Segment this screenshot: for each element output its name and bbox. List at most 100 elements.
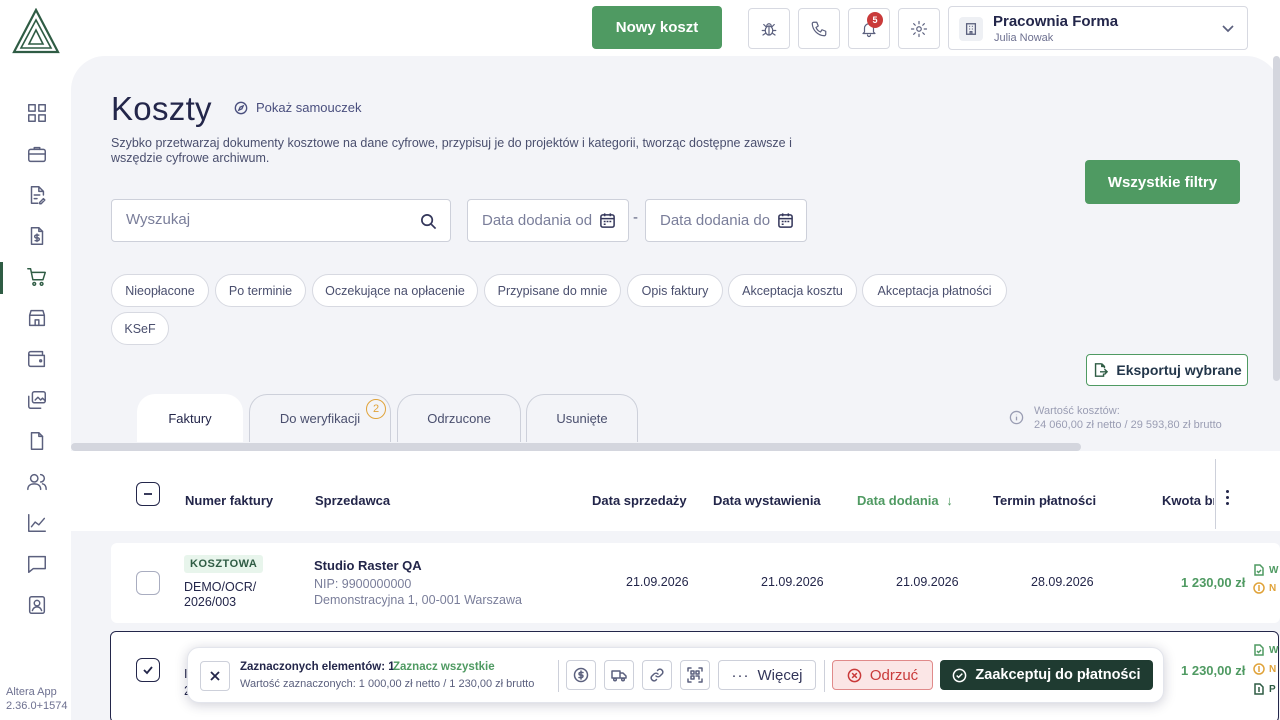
- horizontal-scrollbar[interactable]: [71, 443, 1081, 451]
- coin-icon: [1253, 582, 1265, 594]
- column-divider: [1215, 459, 1216, 529]
- company-switcher[interactable]: Pracownia Forma Julia Nowak: [948, 6, 1248, 50]
- table-row[interactable]: KOSZTOWA DEMO/OCR/ 2026/003 Studio Raste…: [111, 543, 1280, 623]
- tab-deleted[interactable]: Usunięte: [526, 394, 638, 442]
- briefcase-icon[interactable]: [25, 142, 49, 166]
- search-icon[interactable]: [420, 213, 437, 230]
- chat-icon[interactable]: [25, 552, 49, 576]
- show-tutorial-link[interactable]: Pokaż samouczek: [234, 100, 362, 115]
- select-all-link[interactable]: Zaznacz wszystkie: [393, 661, 495, 673]
- calendar-icon: [599, 212, 616, 229]
- status-unpaid-label: N: [1269, 582, 1277, 594]
- close-icon: [210, 671, 220, 681]
- transfer-button[interactable]: [604, 660, 634, 690]
- date-range-separator: -: [633, 209, 638, 226]
- report-bug-button[interactable]: [748, 8, 790, 49]
- vertical-scrollbar[interactable]: [1273, 56, 1280, 381]
- clear-selection-button[interactable]: [200, 661, 230, 691]
- tab-invoices[interactable]: Faktury: [137, 394, 243, 442]
- selected-value: Wartość zaznaczonych: 1 000,00 zł netto …: [240, 678, 535, 690]
- cost-type-badge: KOSZTOWA: [184, 555, 264, 573]
- more-actions-button[interactable]: ··· Więcej: [718, 660, 816, 690]
- app-logo[interactable]: [12, 7, 60, 54]
- costs-summary-label: Wartość kosztów:: [1034, 405, 1120, 417]
- user-name: Julia Nowak: [994, 32, 1054, 44]
- link-icon: [650, 668, 664, 682]
- column-issue-date[interactable]: Data wystawienia: [713, 493, 821, 508]
- export-selected-label: Eksportuj wybrane: [1116, 362, 1242, 378]
- user-badge-icon[interactable]: [25, 593, 49, 617]
- filter-chip-assigned-to-me[interactable]: Przypisane do mnie: [484, 274, 621, 307]
- page-description: Szybko przetwarzaj dokumenty kosztowe na…: [111, 136, 792, 165]
- costs-summary: Wartość kosztów: 24 060,00 zł netto / 29…: [1009, 404, 1222, 432]
- shopping-cart-icon[interactable]: [25, 265, 49, 289]
- column-seller[interactable]: Sprzedawca: [315, 493, 390, 508]
- file-export-icon: [1095, 363, 1109, 377]
- search-input[interactable]: [126, 211, 406, 228]
- all-filters-button[interactable]: Wszystkie filtry: [1085, 160, 1240, 204]
- tab-to-verify[interactable]: Do weryfikacji 2: [249, 394, 391, 442]
- scan-qr-button[interactable]: [680, 660, 710, 690]
- column-added-date-label: Data dodania: [857, 493, 939, 508]
- filter-chip-unpaid[interactable]: Nieopłacone: [111, 274, 209, 307]
- row-checkbox-checked[interactable]: [136, 658, 160, 682]
- invoice-dollar-icon[interactable]: [25, 224, 49, 248]
- link-button[interactable]: [642, 660, 672, 690]
- tab-rejected[interactable]: Odrzucone: [397, 394, 521, 442]
- date-from-placeholder: Data dodania od: [482, 212, 593, 229]
- wallet-icon[interactable]: [25, 347, 49, 371]
- date-added-from-input[interactable]: Data dodania od: [467, 199, 629, 242]
- main-panel: Koszty Pokaż samouczek Szybko przetwarza…: [71, 56, 1280, 720]
- app-version: Altera App 2.36.0+1574: [6, 685, 67, 713]
- filter-chip-payment-approval[interactable]: Akceptacja płatności: [862, 274, 1007, 307]
- mark-paid-button[interactable]: [566, 660, 596, 690]
- status-verified-label: W: [1269, 564, 1279, 576]
- images-icon[interactable]: [25, 388, 49, 412]
- phone-button[interactable]: [798, 8, 840, 49]
- column-gross-amount[interactable]: Kwota br: [1162, 493, 1214, 508]
- column-due-date[interactable]: Termin płatności: [993, 493, 1096, 508]
- invoice-dollar-icon: [1254, 683, 1264, 695]
- column-sale-date[interactable]: Data sprzedaży: [592, 493, 687, 508]
- file-icon[interactable]: [25, 429, 49, 453]
- filter-chip-overdue[interactable]: Po terminie: [215, 274, 306, 307]
- select-all-checkbox[interactable]: [136, 482, 160, 506]
- settings-button[interactable]: [898, 8, 940, 49]
- filter-chip-ksef[interactable]: KSeF: [111, 312, 169, 345]
- column-invoice-number[interactable]: Numer faktury: [185, 493, 273, 508]
- status-payment: P: [1253, 683, 1276, 695]
- notifications-button[interactable]: 5: [848, 8, 890, 49]
- seller-name: Studio Raster QA: [314, 558, 422, 573]
- status-unpaid: N: [1253, 582, 1276, 594]
- reject-button[interactable]: Odrzuć: [832, 660, 933, 690]
- column-added-date[interactable]: Data dodania ↓: [857, 493, 953, 508]
- chart-line-icon[interactable]: [25, 511, 49, 535]
- document-edit-icon[interactable]: [25, 183, 49, 207]
- page-title: Koszty: [111, 90, 212, 127]
- check-circle-icon: [953, 668, 967, 682]
- ellipsis-icon: ···: [731, 666, 750, 684]
- new-cost-button[interactable]: Nowy koszt: [592, 6, 722, 49]
- divider: [558, 660, 559, 692]
- divider: [824, 660, 825, 692]
- status-unpaid-label: N: [1269, 663, 1277, 675]
- columns-menu-icon[interactable]: [1221, 487, 1233, 507]
- export-selected-button[interactable]: Eksportuj wybrane: [1086, 354, 1248, 386]
- filter-chip-cost-approval[interactable]: Akceptacja kosztu: [728, 274, 857, 307]
- status-verified: W: [1253, 564, 1278, 576]
- calendar-icon: [777, 212, 794, 229]
- dashboard-grid-icon[interactable]: [25, 101, 49, 125]
- date-added-to-input[interactable]: Data dodania do: [645, 199, 807, 242]
- filter-chip-awaiting-payment[interactable]: Oczekujące na opłacenie: [312, 274, 478, 307]
- invoice-number: DEMO/OCR/ 2026/003: [184, 580, 257, 609]
- row-checkbox[interactable]: [136, 571, 160, 595]
- store-icon[interactable]: [25, 306, 49, 330]
- phone-icon: [811, 21, 827, 36]
- seller-address: Demonstracyjna 1, 00-001 Warszawa: [314, 593, 522, 607]
- filter-chip-invoice-description[interactable]: Opis faktury: [627, 274, 723, 307]
- status-verified-label: W: [1269, 644, 1279, 656]
- gross-amount: 1 230,00 zł: [1181, 575, 1246, 590]
- gross-amount: 1 230,00 zł: [1181, 663, 1246, 678]
- accept-for-payment-button[interactable]: Zaakceptuj do płatności: [940, 660, 1153, 690]
- users-icon[interactable]: [25, 470, 49, 494]
